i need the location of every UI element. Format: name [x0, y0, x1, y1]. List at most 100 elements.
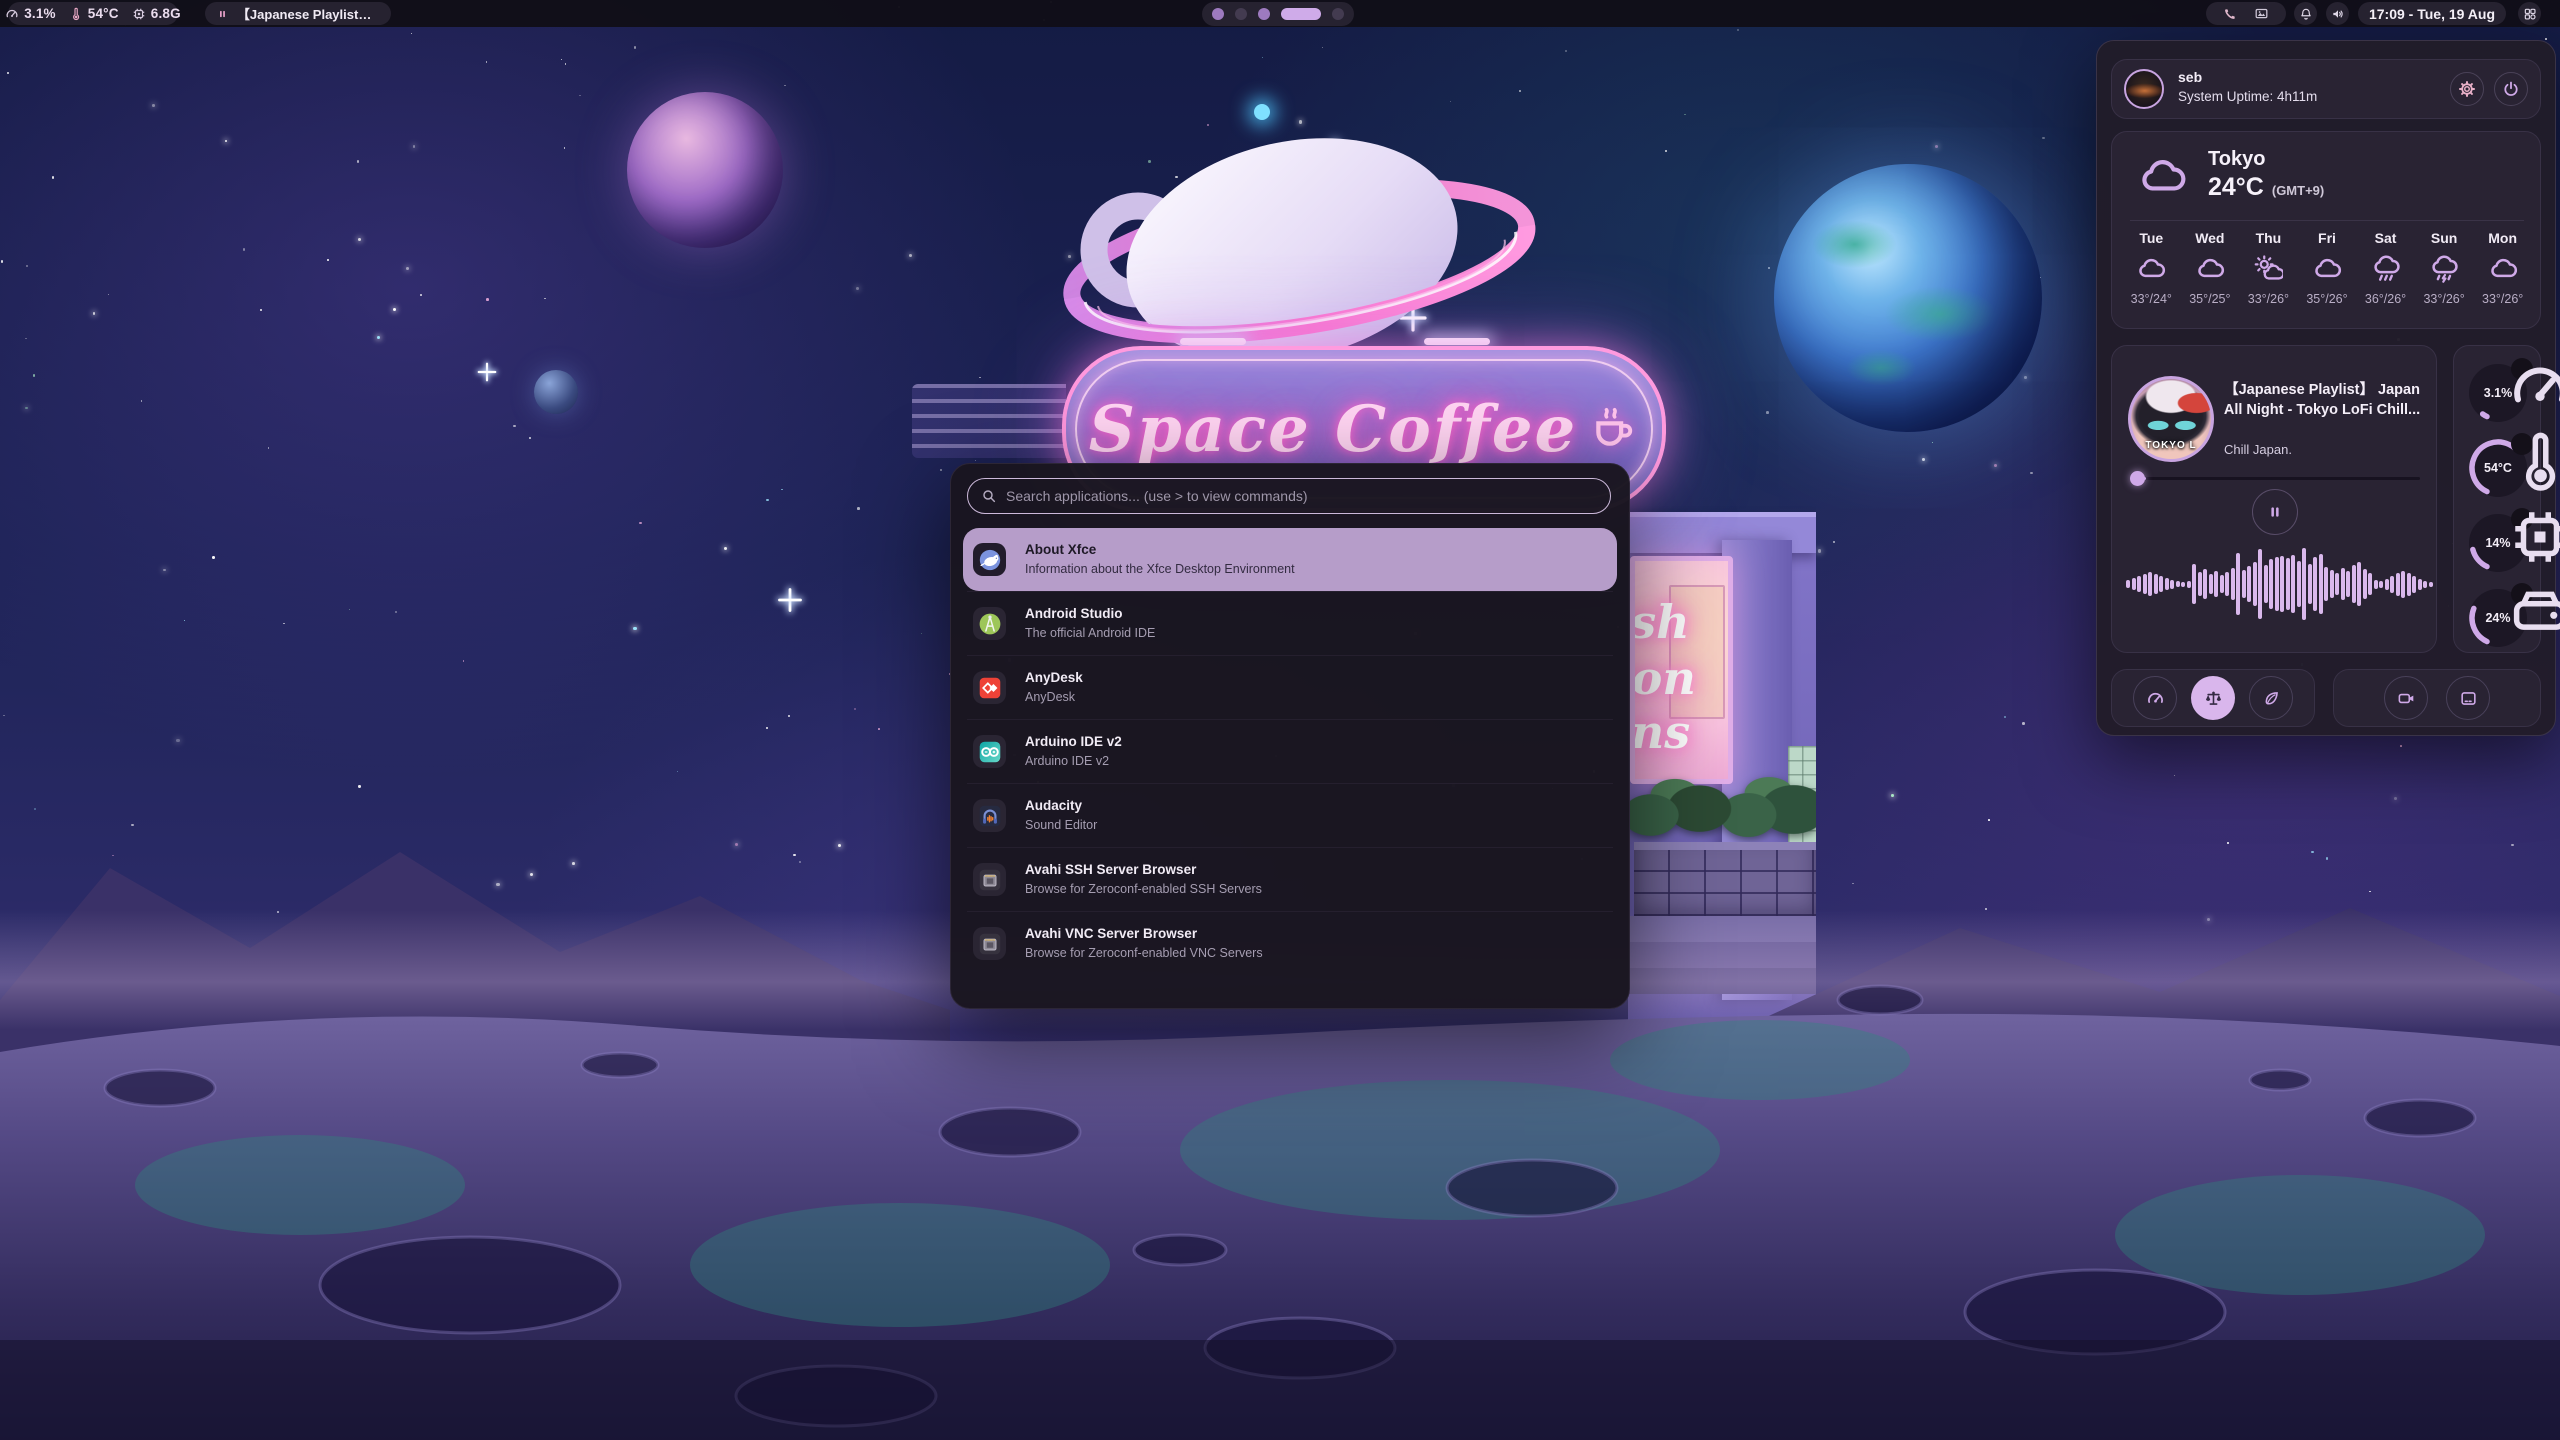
- pause-button[interactable]: [2252, 489, 2298, 535]
- scales-icon: [2204, 689, 2223, 708]
- star: [857, 507, 860, 510]
- app-row[interactable]: AnyDeskAnyDesk: [963, 656, 1617, 719]
- app-description: Sound Editor: [1025, 817, 1097, 833]
- notifications-button[interactable]: [2294, 2, 2317, 25]
- workspace-dot-5[interactable]: [1332, 8, 1344, 20]
- quick-settings-pill[interactable]: [2206, 2, 2286, 25]
- settings-button[interactable]: [2450, 72, 2484, 106]
- phone-icon[interactable]: [2223, 7, 2237, 21]
- sign-light: [1424, 338, 1490, 345]
- audacity-app-icon: [973, 799, 1006, 832]
- volume-button[interactable]: [2326, 2, 2349, 25]
- wallpaper-button[interactable]: [2446, 676, 2490, 720]
- star: [2024, 376, 2027, 379]
- visualizer-bar: [2412, 576, 2416, 593]
- app-row[interactable]: Avahi VNC Server BrowserBrowse for Zeroc…: [963, 912, 1617, 975]
- star: [529, 437, 531, 439]
- cloud-icon: [2195, 254, 2225, 284]
- star: [420, 294, 422, 296]
- star: [486, 61, 487, 62]
- window-neon-text: ans: [1630, 705, 1690, 759]
- thermometer-icon: [2511, 433, 2533, 455]
- app-row[interactable]: Android StudioThe official Android IDE: [963, 592, 1617, 655]
- star: [579, 95, 580, 96]
- media-progress-bar[interactable]: [2132, 477, 2420, 480]
- star: [513, 425, 515, 427]
- workspace-indicator[interactable]: [1202, 2, 1354, 26]
- now-playing-pill[interactable]: 【Japanese Playlist】 J...: [205, 2, 391, 25]
- avatar[interactable]: [2124, 69, 2164, 109]
- visualizer-bar: [2379, 581, 2383, 588]
- visualizer-bar: [2390, 576, 2394, 593]
- scales-button[interactable]: [2191, 676, 2235, 720]
- speedometer-icon: [2511, 358, 2533, 380]
- disk-icon: [2511, 583, 2533, 605]
- workspace-dot-3[interactable]: [1258, 8, 1270, 20]
- star: [572, 862, 575, 865]
- cafe-step: [1628, 942, 1816, 968]
- star: [277, 911, 279, 913]
- star: [1833, 541, 1834, 542]
- system-gauges-card: 3.1%54°C14%24%: [2453, 345, 2541, 653]
- star: [1891, 794, 1894, 797]
- star: [2400, 745, 2402, 747]
- visualizer-bar: [2137, 576, 2141, 592]
- visualizer-bar: [2236, 553, 2240, 615]
- star: [1932, 442, 1933, 443]
- star: [393, 308, 396, 311]
- image-icon[interactable]: [2254, 6, 2269, 21]
- visualizer-bar: [2401, 571, 2405, 598]
- star: [1565, 50, 1567, 52]
- workspace-dot-1[interactable]: [1212, 8, 1224, 20]
- star: [2207, 918, 2210, 921]
- app-row[interactable]: About XfceInformation about the Xfce Des…: [963, 528, 1617, 591]
- star: [677, 771, 678, 772]
- visualizer-bar: [2297, 561, 2301, 607]
- forecast-temps: 36°/26°: [2365, 292, 2406, 306]
- app-row[interactable]: Arduino IDE v2Arduino IDE v2: [963, 720, 1617, 783]
- leaf-button[interactable]: [2249, 676, 2293, 720]
- media-progress-knob[interactable]: [2130, 471, 2145, 486]
- window-neon-text: esh: [1630, 595, 1690, 649]
- star: [2511, 844, 2514, 847]
- video-button[interactable]: [2384, 676, 2428, 720]
- weather-card: Tokyo 24°C (GMT+9) Tue33°/24°Wed35°/25°T…: [2111, 131, 2541, 329]
- visualizer-bar: [2214, 571, 2218, 597]
- workspace-dot-4[interactable]: [1281, 8, 1321, 20]
- sparkle-star: [478, 363, 497, 382]
- star: [735, 843, 738, 846]
- visualizer-bar: [2308, 564, 2312, 604]
- star: [184, 620, 185, 621]
- star: [1665, 150, 1667, 152]
- star: [260, 309, 263, 312]
- sign-light: [1180, 338, 1246, 345]
- power-button[interactable]: [2494, 72, 2528, 106]
- search-input[interactable]: Search applications... (use > to view co…: [967, 478, 1611, 514]
- star: [565, 63, 566, 64]
- star: [163, 569, 166, 572]
- app-name: Arduino IDE v2: [1025, 734, 1122, 751]
- star: [176, 739, 179, 742]
- overview-button[interactable]: [2518, 2, 2541, 25]
- system-stats-pill[interactable]: 3.1% 54°C 6.8G: [8, 2, 178, 25]
- star: [2030, 472, 2032, 474]
- star: [1684, 114, 1686, 116]
- visualizer-bar: [2192, 564, 2196, 604]
- workspace-dot-2[interactable]: [1235, 8, 1247, 20]
- media-title: 【Japanese Playlist】 Japan All Night - To…: [2220, 380, 2424, 421]
- visualizer-bar: [2154, 574, 2158, 594]
- purple-planet: [627, 92, 783, 248]
- visualizer-bar: [2357, 562, 2361, 606]
- album-art[interactable]: TOKYO L: [2128, 376, 2214, 462]
- search-icon: [981, 488, 997, 504]
- app-row[interactable]: AudacitySound Editor: [963, 784, 1617, 847]
- star: [25, 338, 27, 340]
- speedometer-button[interactable]: [2133, 676, 2177, 720]
- weather-timezone: (GMT+9): [2272, 183, 2324, 198]
- star: [1737, 29, 1739, 31]
- clock-pill[interactable]: 17:09 - Tue, 19 Aug: [2358, 2, 2506, 25]
- star: [799, 861, 801, 863]
- media-player-card: TOKYO L 【Japanese Playlist】 Japan All Ni…: [2111, 345, 2437, 653]
- app-row[interactable]: Avahi SSH Server BrowserBrowse for Zeroc…: [963, 848, 1617, 911]
- visualizer-bar: [2346, 571, 2350, 597]
